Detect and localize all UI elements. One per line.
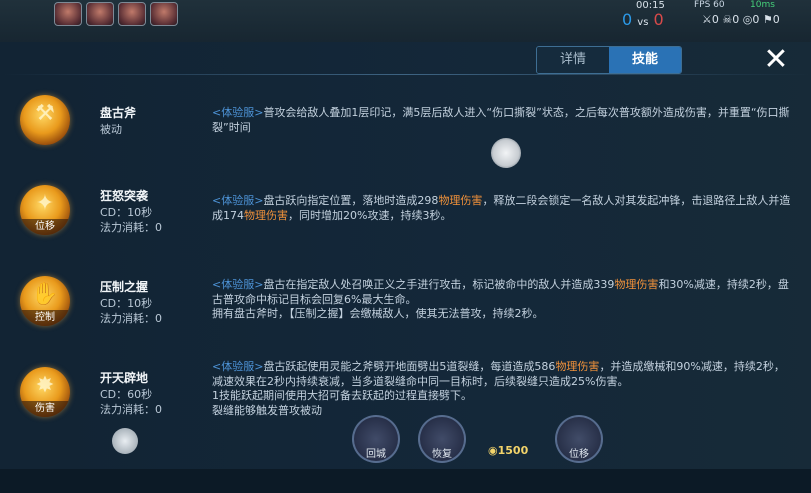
skill-icon-1[interactable]: ✦ 位移 (20, 185, 70, 235)
skill-description: <体验服>盘古跃起使用灵能之斧劈开地面劈出5道裂缝，每道造成586物理伤害，并造… (212, 360, 785, 417)
burst-icon: ✸ (35, 373, 55, 398)
divider (0, 74, 811, 75)
skill-type: 被动 (100, 123, 122, 136)
game-hud: 00:15 0 vs 0 FPS 60 10ms ⚔0 ☠0 ◎0 ⚑0 (0, 0, 811, 42)
skull-icon: ☠ (722, 13, 733, 26)
teammate-avatar (86, 2, 114, 26)
assist-icon: ◎ (742, 13, 753, 26)
skill-tag: 位移 (20, 219, 70, 235)
coin-icon: ◉ (488, 444, 498, 457)
ping-indicator: 10ms (750, 0, 775, 10)
charge-icon: ✦ (35, 191, 55, 216)
teammate-avatar (150, 2, 178, 26)
score-vs: vs (637, 17, 649, 28)
flag-icon: ⚑ (762, 13, 773, 26)
score-blue: 0 (622, 10, 633, 29)
skill-icon-passive[interactable]: ⚒ (20, 95, 70, 145)
sword-icon: ⚔ (702, 13, 712, 26)
skill-name: 狂怒突袭 (100, 189, 149, 203)
joystick-knob[interactable] (112, 428, 138, 454)
hand-icon: ✋ (31, 282, 59, 307)
team-score: 0 vs 0 (622, 10, 664, 29)
recall-button[interactable]: 回城 (352, 415, 400, 463)
skill-meta: CD：60秒 法力消耗：0 (100, 388, 162, 416)
tab-skills[interactable]: 技能 (609, 47, 681, 73)
skill-name: 盘古斧 (100, 106, 137, 120)
close-button[interactable]: ✕ (758, 41, 794, 77)
skill-description: <体验服>盘古在指定敌人处召唤正义之手进行攻击，标记被命中的敌人并造成339物理… (212, 278, 789, 320)
server-tag: <体验服> (212, 106, 264, 119)
gold-counter: ◉1500 (488, 444, 529, 457)
fps-counter: FPS 60 (694, 0, 725, 10)
teammate-avatar (118, 2, 146, 26)
skill-icon-2[interactable]: ✋ 控制 (20, 276, 70, 326)
skill-tag: 控制 (20, 310, 70, 326)
skill-tag: 伤害 (20, 401, 70, 417)
skill-description: <体验服>盘古跃向指定位置，落地时造成298物理伤害，释放二段会锁定一名敌人对其… (212, 194, 791, 222)
flash-button[interactable]: 位移 (555, 415, 603, 463)
axe-icon: ⚒ (35, 101, 55, 126)
teammate-avatar (54, 2, 82, 26)
kda-stats: ⚔0 ☠0 ◎0 ⚑0 (702, 13, 780, 26)
skill-name: 开天辟地 (100, 371, 149, 385)
panel-tabs: 详情 技能 (536, 46, 682, 74)
skill-description: <体验服>普攻会给敌人叠加1层印记，满5层后敌人进入“伤口撕裂”状态，之后每次普… (212, 106, 790, 134)
touch-indicator (491, 138, 521, 168)
skill-meta: CD：10秒 法力消耗：0 (100, 206, 162, 234)
skill-meta: CD：10秒 法力消耗：0 (100, 297, 162, 325)
close-icon: ✕ (763, 41, 789, 77)
skill-name: 压制之握 (100, 280, 149, 294)
heal-button[interactable]: 恢复 (418, 415, 466, 463)
tab-details[interactable]: 详情 (537, 47, 609, 73)
score-red: 0 (653, 10, 664, 29)
skill-icon-ultimate[interactable]: ✸ 伤害 (20, 367, 70, 417)
